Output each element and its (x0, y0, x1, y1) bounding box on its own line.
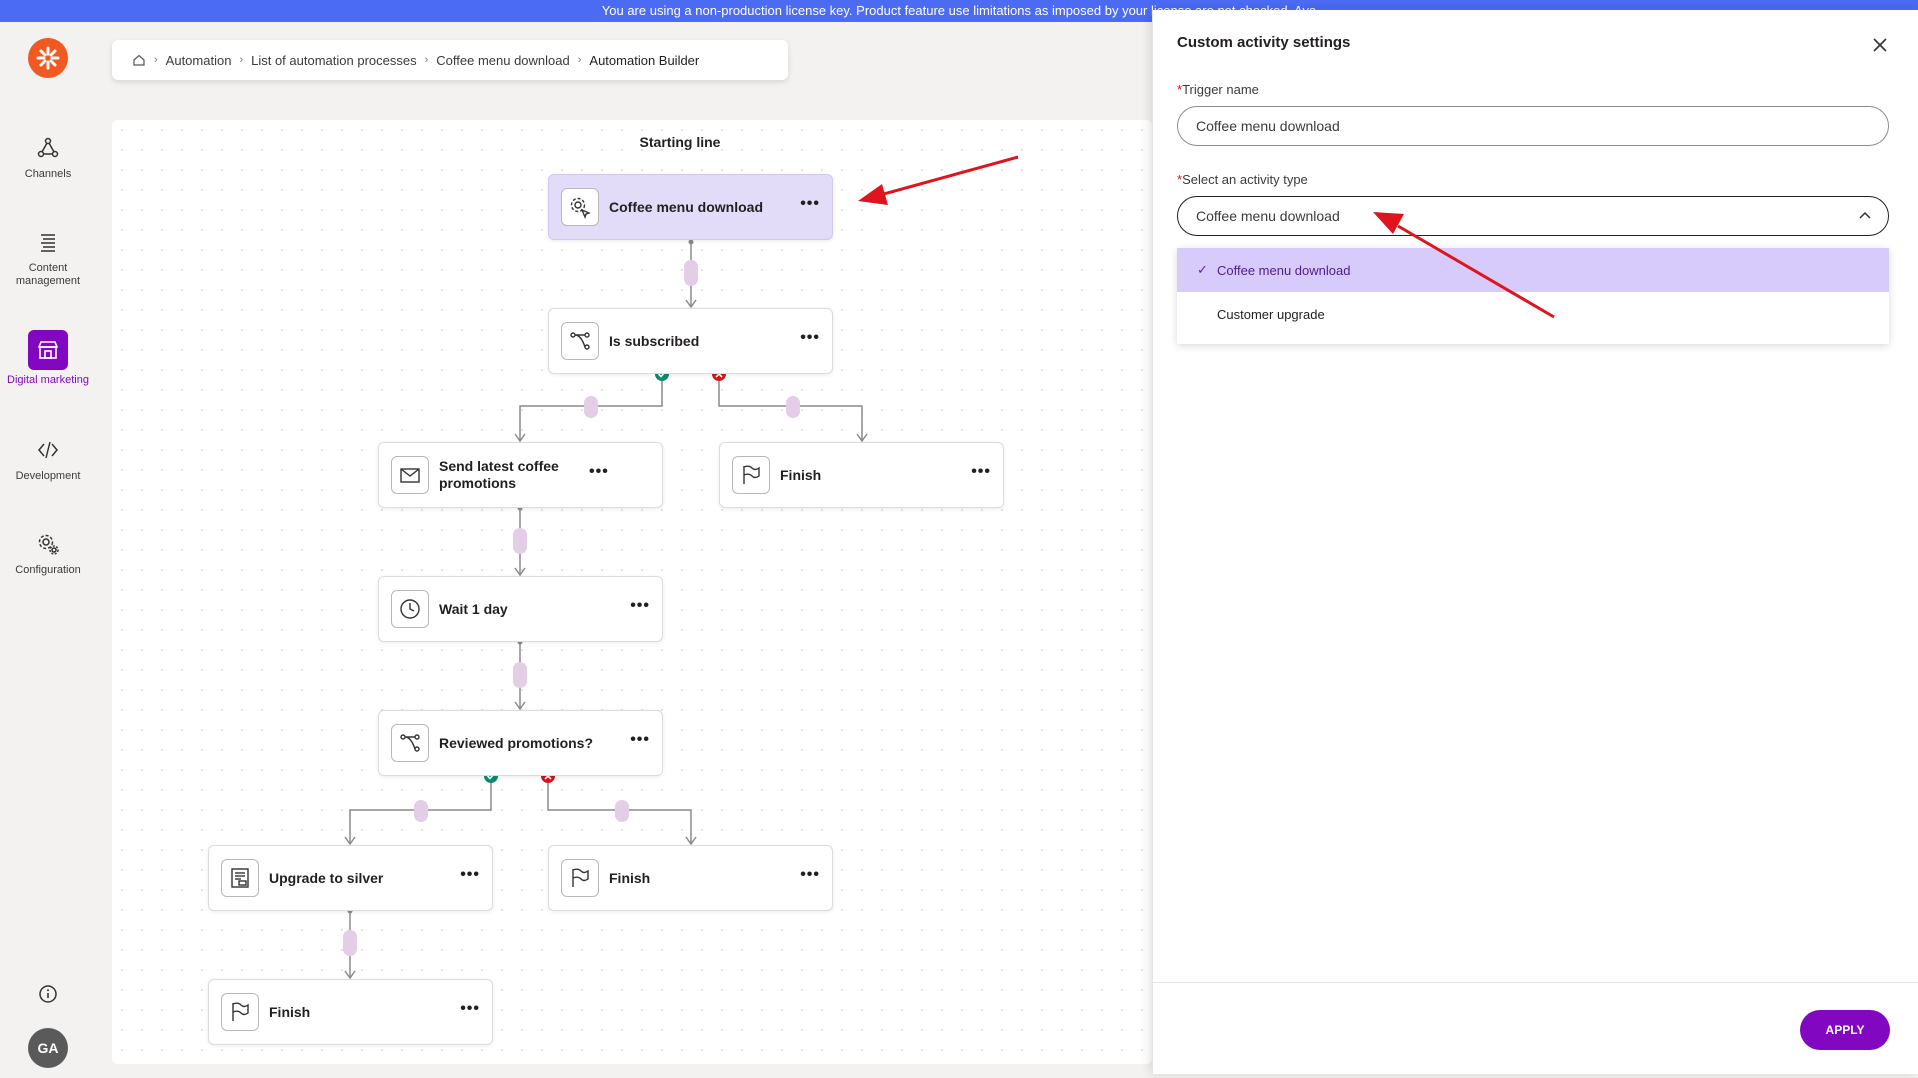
more-options-icon[interactable]: ••• (460, 866, 480, 890)
nav-item-configuration[interactable]: Configuration (0, 528, 96, 577)
panel-title: Custom activity settings (1177, 34, 1351, 51)
more-options-icon[interactable]: ••• (800, 195, 820, 219)
trigger-name-label: *Trigger name (1177, 82, 1259, 97)
node-label: Finish (609, 869, 651, 886)
nav-item-content-management[interactable]: Content management (0, 226, 96, 288)
dropdown-option[interactable]: Customer upgrade (1177, 292, 1889, 336)
code-icon (38, 441, 58, 459)
nav-label: Content management (15, 262, 81, 287)
node-label: Wait 1 day (439, 600, 508, 617)
node-finish[interactable]: Finish ••• (208, 979, 493, 1045)
node-finish[interactable]: Finish ••• (548, 845, 833, 911)
option-label: Customer upgrade (1217, 306, 1325, 322)
more-options-icon[interactable]: ••• (630, 597, 650, 621)
dropdown-option[interactable]: ✓ Coffee menu download (1177, 248, 1889, 292)
activity-type-select[interactable]: Coffee menu download (1177, 196, 1889, 236)
channels-icon (37, 137, 59, 158)
nav-label: Channels (24, 168, 72, 180)
more-options-icon[interactable]: ••• (971, 463, 991, 487)
app-logo[interactable] (28, 38, 68, 78)
clock-icon (400, 599, 420, 619)
condition-icon (570, 332, 590, 350)
flag-icon (743, 465, 760, 484)
nav-item-digital-marketing[interactable]: Digital marketing (0, 330, 96, 387)
trigger-icon (570, 197, 591, 219)
node-condition[interactable]: Reviewed promotions? ••• (378, 710, 663, 776)
node-label: Is subscribed (609, 332, 700, 349)
breadcrumb-separator: › (424, 54, 429, 66)
logo-icon (36, 46, 60, 70)
activity-type-dropdown: ✓ Coffee menu download Customer upgrade (1177, 248, 1889, 344)
trigger-name-input[interactable] (1177, 106, 1889, 146)
custom-activity-settings-panel: Custom activity settings *Trigger name *… (1152, 10, 1918, 1074)
more-options-icon[interactable]: ••• (800, 329, 820, 353)
panel-footer-divider (1153, 982, 1918, 983)
nav-label: Development (15, 470, 81, 482)
node-condition[interactable]: Is subscribed ••• (548, 308, 833, 374)
gear-icon (38, 534, 59, 555)
node-label: Finish (780, 466, 822, 483)
node-finish[interactable]: Finish ••• (719, 442, 1004, 508)
nav-label: Digital marketing (7, 374, 89, 386)
breadcrumb-separator: › (577, 54, 582, 66)
nav-label: Configuration (15, 564, 81, 576)
store-icon (37, 341, 59, 359)
more-options-icon[interactable]: ••• (460, 1000, 480, 1024)
more-options-icon[interactable]: ••• (800, 866, 820, 890)
node-wait[interactable]: Wait 1 day ••• (378, 576, 663, 642)
close-icon[interactable] (1869, 34, 1891, 56)
check-icon: ✓ (1197, 262, 1208, 277)
more-options-icon[interactable]: ••• (630, 731, 650, 755)
starting-line-label: Starting line (639, 134, 721, 150)
node-label: Finish (269, 1003, 311, 1020)
breadcrumb-item[interactable]: Coffee menu download (436, 53, 569, 68)
node-label: Upgrade to silver (269, 869, 384, 886)
node-email[interactable]: Send latest coffee promotions ••• (378, 442, 663, 508)
node-trigger[interactable]: Coffee menu download ••• (548, 174, 833, 240)
breadcrumb: › Automation › List of automation proces… (112, 40, 788, 80)
condition-icon (400, 734, 420, 752)
breadcrumb-separator: › (239, 54, 244, 66)
avatar[interactable]: GA (28, 1028, 68, 1068)
breadcrumb-item[interactable]: List of automation processes (251, 53, 416, 68)
email-icon (400, 468, 420, 483)
breadcrumb-separator: › (154, 54, 158, 66)
node-label: Reviewed promotions? (439, 734, 594, 751)
node-contact-action[interactable]: Upgrade to silver ••• (208, 845, 493, 911)
nav-item-channels[interactable]: Channels (0, 132, 96, 181)
apply-button[interactable]: APPLY (1800, 1010, 1890, 1050)
node-label: Coffee menu download (609, 198, 763, 215)
flag-icon (232, 1002, 249, 1021)
nav-item-development[interactable]: Development (0, 434, 96, 483)
flag-icon (572, 868, 589, 887)
breadcrumb-item[interactable]: Automation (166, 53, 232, 68)
breadcrumb-current: Automation Builder (589, 52, 700, 68)
chevron-up-icon (1859, 211, 1871, 219)
more-options-icon[interactable]: ••• (589, 463, 609, 487)
contact-icon (231, 868, 249, 888)
node-label: Send latest coffee promotions (439, 458, 559, 491)
info-icon[interactable] (38, 984, 58, 1004)
home-icon[interactable] (132, 53, 146, 67)
activity-type-label: *Select an activity type (1177, 172, 1308, 187)
left-nav: Channels Content management Digital mark… (0, 22, 96, 1078)
activity-type-value: Coffee menu download (1196, 208, 1340, 224)
option-label: Coffee menu download (1217, 262, 1351, 278)
content-icon (41, 234, 55, 252)
